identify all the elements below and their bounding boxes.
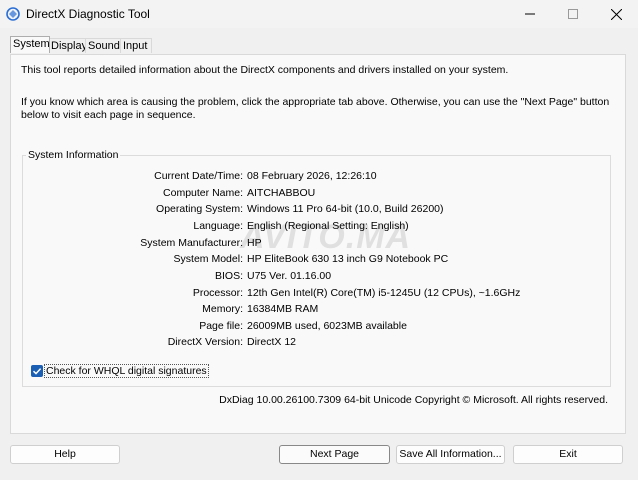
next-page-button[interactable]: Next Page: [279, 445, 390, 464]
info-value: AITCHABBOU: [247, 187, 316, 199]
info-label: Page file:: [199, 320, 243, 332]
whql-checkbox-label[interactable]: Check for WHQL digital signatures: [44, 364, 209, 378]
whql-checkbox[interactable]: [31, 365, 43, 377]
info-row-computer-name: Computer Name: AITCHABBOU: [0, 187, 638, 201]
tab-sound[interactable]: Sound: [85, 38, 121, 53]
info-label: System Model:: [173, 253, 243, 265]
info-label: Current Date/Time:: [154, 170, 243, 182]
info-label: DirectX Version:: [167, 336, 243, 348]
group-title: System Information: [26, 149, 121, 161]
info-row-bios: BIOS: U75 Ver. 01.16.00: [0, 270, 638, 284]
minimize-icon: [525, 13, 535, 15]
close-icon: [610, 8, 622, 20]
info-row-directx-version: DirectX Version: DirectX 12: [0, 336, 638, 350]
minimize-button[interactable]: [510, 0, 550, 28]
info-value: 16384MB RAM: [247, 303, 319, 315]
info-label: Language:: [193, 220, 243, 232]
info-row-memory: Memory: 16384MB RAM: [0, 303, 638, 317]
info-value: 08 February 2026, 12:26:10: [247, 170, 377, 182]
info-row-date-time: Current Date/Time: 08 February 2026, 12:…: [0, 170, 638, 184]
exit-button[interactable]: Exit: [513, 445, 623, 464]
exit-button-label: Exit: [559, 448, 577, 460]
title-bar: DirectX Diagnostic Tool: [0, 0, 638, 28]
help-button[interactable]: Help: [10, 445, 120, 464]
tab-input[interactable]: Input: [120, 38, 152, 53]
info-value: HP: [247, 237, 262, 249]
info-value: Windows 11 Pro 64-bit (10.0, Build 26200…: [247, 203, 444, 215]
info-value: 12th Gen Intel(R) Core(TM) i5-1245U (12 …: [247, 287, 521, 299]
version-copyright-text: DxDiag 10.00.26100.7309 64-bit Unicode C…: [219, 394, 608, 406]
info-row-processor: Processor: 12th Gen Intel(R) Core(TM) i5…: [0, 287, 638, 301]
info-row-language: Language: English (Regional Setting: Eng…: [0, 220, 638, 234]
info-label: Memory:: [202, 303, 243, 315]
info-label: Processor:: [192, 287, 243, 299]
save-all-button-label: Save All Information...: [399, 448, 502, 460]
info-row-system-manufacturer: System Manufacturer: HP: [0, 237, 638, 251]
info-row-system-model: System Model: HP EliteBook 630 13 inch G…: [0, 253, 638, 267]
info-row-page-file: Page file: 26009MB used, 6023MB availabl…: [0, 320, 638, 334]
tab-system[interactable]: System: [10, 36, 50, 53]
next-page-button-label: Next Page: [309, 448, 360, 460]
info-value: English (Regional Setting: English): [247, 220, 409, 232]
help-button-label: Help: [54, 448, 76, 460]
info-label: Computer Name:: [163, 187, 243, 199]
info-label: System Manufacturer:: [140, 237, 243, 249]
instructions-text: If you know which area is causing the pr…: [21, 96, 610, 121]
checkmark-icon: [32, 368, 42, 375]
info-row-operating-system: Operating System: Windows 11 Pro 64-bit …: [0, 203, 638, 217]
save-all-information-button[interactable]: Save All Information...: [396, 445, 505, 464]
info-label: Operating System:: [156, 203, 243, 215]
close-button[interactable]: [596, 0, 636, 28]
info-value: HP EliteBook 630 13 inch G9 Notebook PC: [247, 253, 449, 265]
maximize-button[interactable]: [553, 0, 593, 28]
info-value: DirectX 12: [247, 336, 297, 348]
info-value: 26009MB used, 6023MB available: [247, 320, 407, 332]
info-value: U75 Ver. 01.16.00: [247, 270, 332, 282]
info-label: BIOS:: [214, 270, 243, 282]
maximize-icon: [568, 9, 578, 19]
tab-display[interactable]: Display: [48, 38, 87, 53]
intro-text: This tool reports detailed information a…: [21, 64, 509, 76]
directx-app-icon: [6, 7, 20, 21]
window-title: DirectX Diagnostic Tool: [26, 7, 150, 21]
